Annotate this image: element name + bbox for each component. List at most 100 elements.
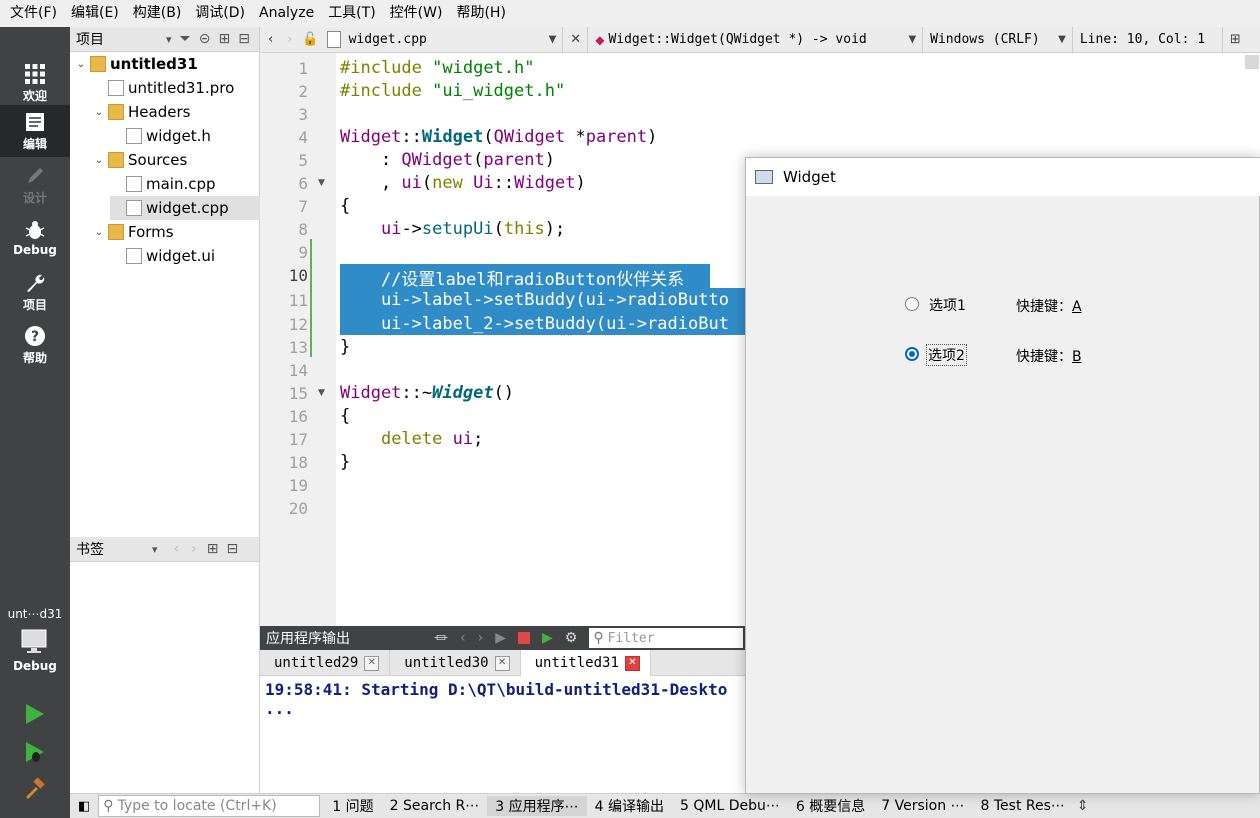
locator-field[interactable]: ⚲ Type to locate (Ctrl+K)	[98, 795, 321, 817]
debug-run-button[interactable]	[22, 740, 46, 768]
back-icon[interactable]: ‹	[174, 541, 180, 557]
open-file-selector[interactable]: widget.cpp	[349, 32, 549, 47]
output-tab-untitled31[interactable]: untitled31 ✕	[520, 650, 651, 676]
forms-folder-icon	[108, 224, 124, 240]
tab-label: untitled31	[534, 655, 619, 671]
line-number: 9	[298, 243, 308, 262]
split-icon[interactable]: ⊞	[207, 541, 219, 557]
status-issues[interactable]: 1 问题	[324, 796, 381, 816]
menu-analyze[interactable]: Analyze	[253, 0, 322, 27]
menu-tools[interactable]: 工具(T)	[322, 0, 383, 27]
nav-forward-icon[interactable]: ›	[287, 32, 292, 47]
forward-icon[interactable]: ›	[191, 541, 197, 557]
menu-build[interactable]: 构建(B)	[127, 0, 190, 27]
line-number: 17	[288, 430, 308, 449]
expand-arrow-icon[interactable]: ⌄	[92, 155, 106, 166]
dropdown-icon[interactable]: ▾	[152, 543, 158, 556]
close-file-icon[interactable]: ✕	[570, 32, 581, 47]
mode-welcome[interactable]: 欢迎	[0, 57, 70, 109]
split-icon[interactable]: ⊞	[218, 31, 230, 47]
status-qml-debugger[interactable]: 5 QML Debu⋯	[672, 798, 788, 814]
status-compile-output[interactable]: 4 编译输出	[587, 796, 672, 816]
build-button[interactable]	[22, 777, 46, 805]
prev-icon[interactable]: ‹	[460, 630, 466, 646]
more-panes-icon[interactable]: ⇕	[1077, 798, 1089, 814]
expand-arrow-icon[interactable]: ⌄	[74, 59, 88, 70]
attach-icon[interactable]: ⏛	[434, 628, 448, 648]
debug-run-icon[interactable]: ▶	[542, 630, 553, 646]
symbol-dropdown-icon[interactable]: ▼	[908, 34, 916, 45]
status-test-results[interactable]: 8 Test Res⋯	[973, 798, 1073, 814]
encoding-selector[interactable]: Windows (CRLF)	[930, 32, 1058, 47]
project-pane-header: 项目 ▾ ⏷ ⊝ ⊞ ⊟	[70, 27, 259, 52]
tree-item[interactable]: ⌄ untitled31	[74, 52, 260, 76]
symbol-selector[interactable]: Widget::Widget(QWidget *) -> void	[608, 32, 908, 47]
menu-file[interactable]: 文件(F)	[4, 0, 65, 27]
tree-item[interactable]: ⌄ Forms	[92, 220, 260, 244]
radio-option-2[interactable]	[905, 347, 919, 361]
rerun-icon[interactable]: ▶	[495, 630, 506, 646]
tab-label: untitled30	[404, 655, 489, 671]
close-tab-icon[interactable]: ✕	[364, 655, 380, 671]
tree-item[interactable]: ⌄ Headers	[92, 100, 260, 124]
h-file-icon	[126, 128, 142, 144]
close-pane-icon[interactable]: ⊟	[226, 541, 238, 557]
fold-arrow-icon[interactable]: ▼	[318, 388, 325, 398]
status-app-output[interactable]: 3 应用程序⋯	[487, 796, 587, 816]
toggle-sidebar-icon[interactable]: ◧	[78, 799, 90, 814]
filter-field[interactable]: ⚲ Filter	[589, 628, 744, 648]
encoding-dropdown-icon[interactable]: ▼	[1058, 34, 1066, 45]
fold-arrow-icon[interactable]: ▼	[318, 178, 325, 188]
radio-option-2-label[interactable]: 选项2	[926, 344, 967, 366]
radio-option-1[interactable]	[905, 297, 919, 311]
divider	[922, 26, 924, 53]
expand-arrow-icon[interactable]: ⌄	[92, 107, 106, 118]
stop-icon[interactable]	[518, 632, 530, 644]
line-number-gutter: 1 2 3 4 5 6 7 8 9 10 11 12 13 14 15 16 17 18 19 20 ▼ ▼	[260, 53, 336, 626]
nav-back-icon[interactable]: ‹	[268, 32, 273, 47]
status-version-control[interactable]: 7 Version ⋯	[873, 798, 972, 814]
status-bar: ◧ ⚲ Type to locate (Ctrl+K) 1 问题 2 Searc…	[70, 793, 1260, 818]
status-general-messages[interactable]: 6 概要信息	[788, 796, 873, 816]
radio-option-1-label[interactable]: 选项1	[929, 295, 966, 315]
tree-item[interactable]: ⌄ Sources	[92, 148, 260, 172]
mode-projects[interactable]: 项目	[0, 266, 70, 318]
split-editor-icon[interactable]: ⊞	[1230, 32, 1241, 47]
shortcut-key: B	[1072, 349, 1082, 365]
window-titlebar[interactable]: Widget	[746, 158, 1260, 196]
close-pane-icon[interactable]: ⊟	[238, 31, 250, 47]
scrollbar-thumb[interactable]	[1245, 55, 1259, 69]
mode-edit[interactable]: 编辑	[0, 105, 70, 157]
file-dropdown-icon[interactable]: ▼	[549, 34, 557, 45]
status-search-results[interactable]: 2 Search R⋯	[382, 798, 488, 814]
kit-selector[interactable]: Debug	[0, 629, 70, 681]
mode-debug[interactable]: Debug	[0, 213, 70, 265]
output-tab-untitled29[interactable]: untitled29 ✕	[260, 650, 391, 676]
close-tab-icon[interactable]: ✕	[624, 655, 640, 671]
mode-design[interactable]: 设计	[0, 159, 70, 211]
dropdown-icon[interactable]: ▾	[166, 33, 172, 46]
tree-item[interactable]: untitled31.pro	[92, 76, 260, 100]
menu-debug[interactable]: 调试(D)	[189, 0, 253, 27]
next-icon[interactable]: ›	[478, 630, 484, 646]
close-tab-icon[interactable]: ✕	[494, 655, 510, 671]
line-number: 10	[288, 266, 308, 285]
expand-arrow-icon[interactable]: ⌄	[92, 227, 106, 238]
line-number: 19	[288, 476, 308, 495]
gear-icon[interactable]: ⚙	[565, 630, 578, 646]
cpp-file-icon	[126, 176, 142, 192]
tree-item[interactable]: main.cpp	[110, 172, 260, 196]
menu-controls[interactable]: 控件(W)	[384, 0, 451, 27]
tree-item[interactable]: widget.h	[110, 124, 260, 148]
menu-edit[interactable]: 编辑(E)	[65, 0, 127, 27]
tree-item[interactable]: widget.ui	[110, 244, 260, 268]
run-button[interactable]	[22, 702, 46, 730]
tree-item[interactable]: widget.cpp	[110, 196, 260, 220]
cursor-position[interactable]: Line: 10, Col: 1	[1080, 32, 1222, 47]
menu-help[interactable]: 帮助(H)	[450, 0, 513, 27]
filter-icon[interactable]: ⏷	[180, 31, 191, 47]
menu-bar: 文件(F) 编辑(E) 构建(B) 调试(D) Analyze 工具(T) 控件…	[0, 0, 1260, 27]
output-tab-untitled30[interactable]: untitled30 ✕	[390, 650, 521, 676]
mode-help[interactable]: ? 帮助	[0, 319, 70, 371]
link-icon[interactable]: ⊝	[199, 31, 211, 47]
